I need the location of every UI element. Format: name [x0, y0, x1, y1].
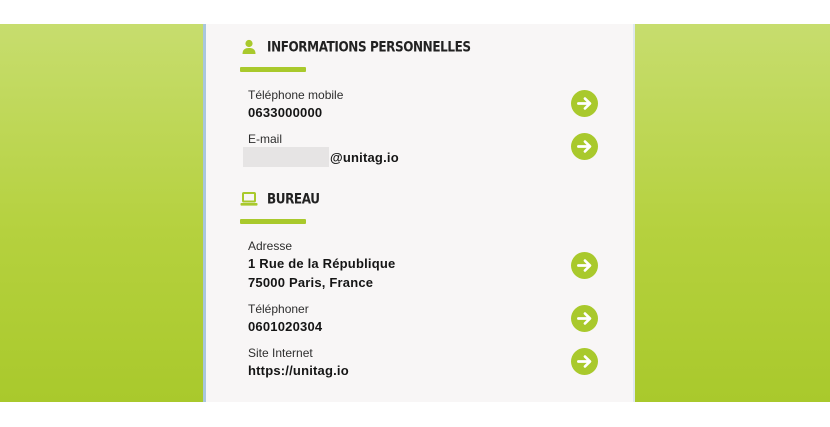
address-action-button[interactable]: [571, 252, 598, 279]
section-underline: [240, 67, 306, 72]
address-row: Adresse 1 Rue de la République 75000 Par…: [248, 238, 598, 292]
website-action-button[interactable]: [571, 348, 598, 375]
address-label: Adresse: [248, 239, 293, 253]
section-title-personal: INFORMATIONS PERSONNELLES: [267, 38, 471, 56]
website-value: https://unitag.io: [248, 363, 349, 378]
office-phone-value: 0601020304: [248, 319, 323, 334]
mobile-phone-row: Téléphone mobile 0633000000: [248, 87, 598, 122]
office-phone-row: Téléphoner 0601020304: [248, 301, 598, 336]
mobile-phone-value: 0633000000: [248, 105, 323, 120]
arrow-right-icon: [577, 312, 592, 325]
email-row: E-mail @unitag.io: [243, 131, 598, 167]
website-row: Site Internet https://unitag.io: [248, 345, 598, 380]
mobile-phone-action-button[interactable]: [571, 90, 598, 117]
address-line-2: 75000 Paris, France: [248, 275, 374, 290]
section-underline: [240, 219, 306, 224]
arrow-right-icon: [577, 259, 592, 272]
arrow-right-icon: [577, 355, 592, 368]
arrow-right-icon: [577, 97, 592, 110]
laptop-icon: [240, 190, 258, 208]
email-domain: @unitag.io: [330, 149, 399, 165]
section-header-personal: INFORMATIONS PERSONNELLES: [240, 38, 471, 56]
section-header-office: BUREAU: [240, 190, 320, 208]
mobile-phone-label: Téléphone mobile: [248, 88, 344, 102]
office-phone-label: Téléphoner: [248, 302, 309, 316]
email-label: E-mail: [248, 132, 283, 146]
section-title-office: BUREAU: [267, 190, 320, 208]
contact-card: INFORMATIONS PERSONNELLES Téléphone mobi…: [203, 24, 635, 402]
email-value: @unitag.io: [243, 147, 598, 167]
email-redacted-block: [243, 147, 329, 167]
person-icon: [240, 38, 258, 56]
address-line-1: 1 Rue de la République: [248, 256, 396, 271]
office-phone-action-button[interactable]: [571, 305, 598, 332]
email-action-button[interactable]: [571, 133, 598, 160]
arrow-right-icon: [577, 140, 592, 153]
website-label: Site Internet: [248, 346, 313, 360]
